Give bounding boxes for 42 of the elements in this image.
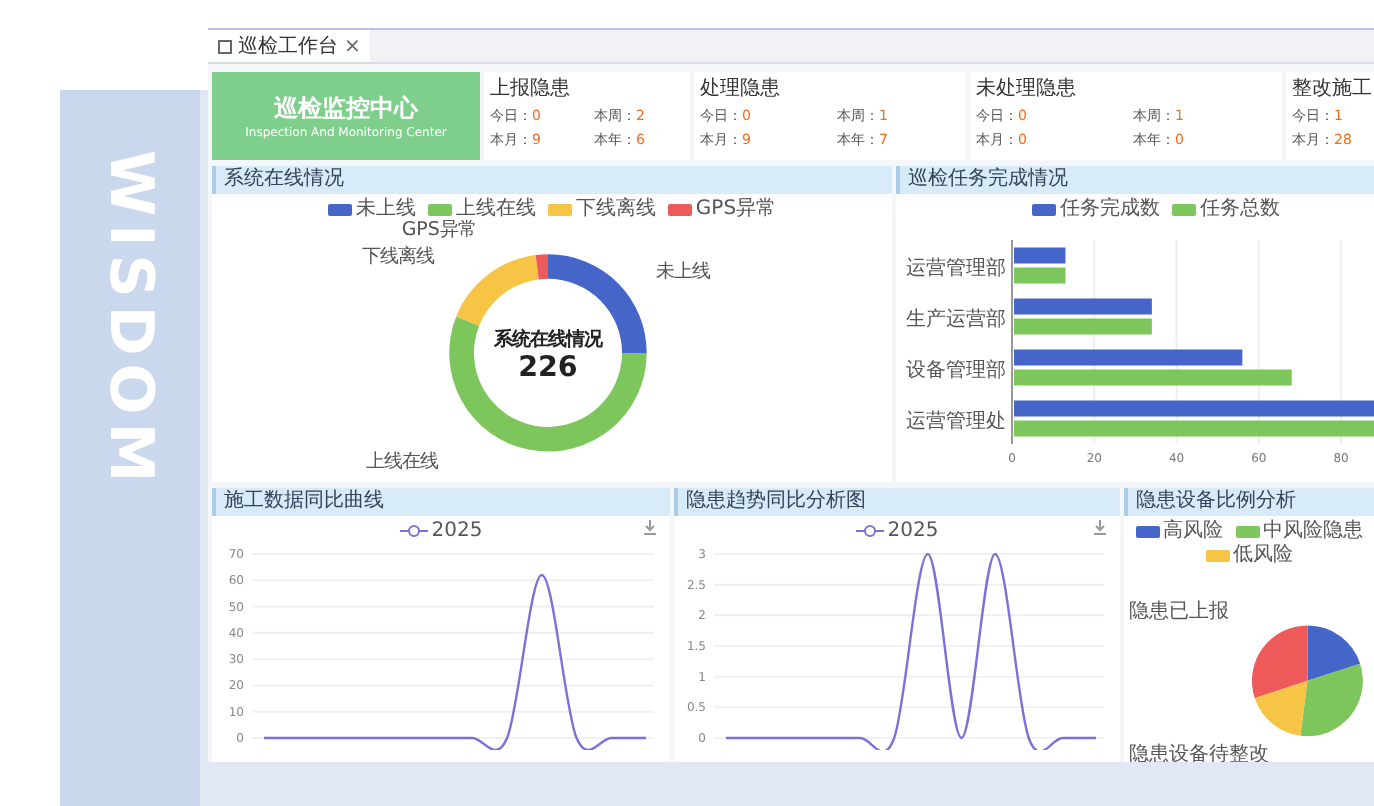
legend-label: 任务完成数 — [1060, 198, 1160, 220]
center-title: 系统在线情况 — [494, 329, 602, 352]
legend-label: 下线离线 — [575, 198, 656, 220]
slice-label: 上线在线 — [365, 450, 438, 473]
bar — [1014, 247, 1066, 264]
legend-label: 低风险 — [1233, 544, 1293, 566]
bar — [1014, 298, 1152, 315]
panel-title: 施工数据同比曲线 — [212, 488, 670, 516]
slice-label: 未上线 — [656, 260, 711, 283]
center-value: 226 — [518, 351, 578, 384]
category-label: 生产运营部 — [906, 308, 1006, 331]
stat-title: 整改施工 — [1292, 78, 1374, 102]
workbench-tab[interactable]: 巡检工作台 × — [208, 30, 371, 62]
panel-title: 隐患设备比例分析 — [1124, 488, 1374, 516]
legend-label: 高风险 — [1163, 520, 1223, 542]
legend-label: 2025 — [431, 520, 483, 542]
slice-label: 下线离线 — [362, 245, 435, 268]
pie-chart-drawing — [1252, 625, 1363, 737]
tab-label: 巡检工作台 — [238, 33, 338, 60]
panel-title: 巡检任务完成情况 — [896, 166, 1374, 194]
panel-title: 隐患趋势同比分析图 — [674, 488, 1120, 516]
legend-label: 上线在线 — [455, 198, 536, 220]
bar — [1014, 267, 1066, 284]
download-icon[interactable] — [1092, 520, 1108, 536]
legend-label: 任务总数 — [1200, 198, 1280, 220]
download-icon[interactable] — [642, 520, 658, 536]
legend-label: 中风险隐患 — [1263, 520, 1363, 542]
stat-title: 未处理隐患 — [976, 78, 1078, 102]
stat-title: 处理隐患 — [700, 78, 782, 102]
legend-label: GPS异常 — [695, 198, 777, 220]
page-icon — [218, 39, 232, 53]
category-label: 运营管理部 — [906, 257, 1006, 280]
panel-title: 系统在线情况 — [212, 166, 892, 194]
close-button[interactable]: × — [344, 35, 361, 57]
legend-label: 未上线 — [355, 198, 416, 220]
logo-title: 巡检监控中心 — [274, 92, 418, 126]
stat-title: 上报隐患 — [490, 78, 572, 102]
slice-label: 隐患已上报 — [1129, 601, 1230, 624]
bar — [1014, 318, 1152, 335]
legend-label: 2025 — [887, 520, 939, 542]
category-label: 设备管理部 — [906, 359, 1006, 382]
category-label: 运营管理处 — [906, 410, 1006, 433]
